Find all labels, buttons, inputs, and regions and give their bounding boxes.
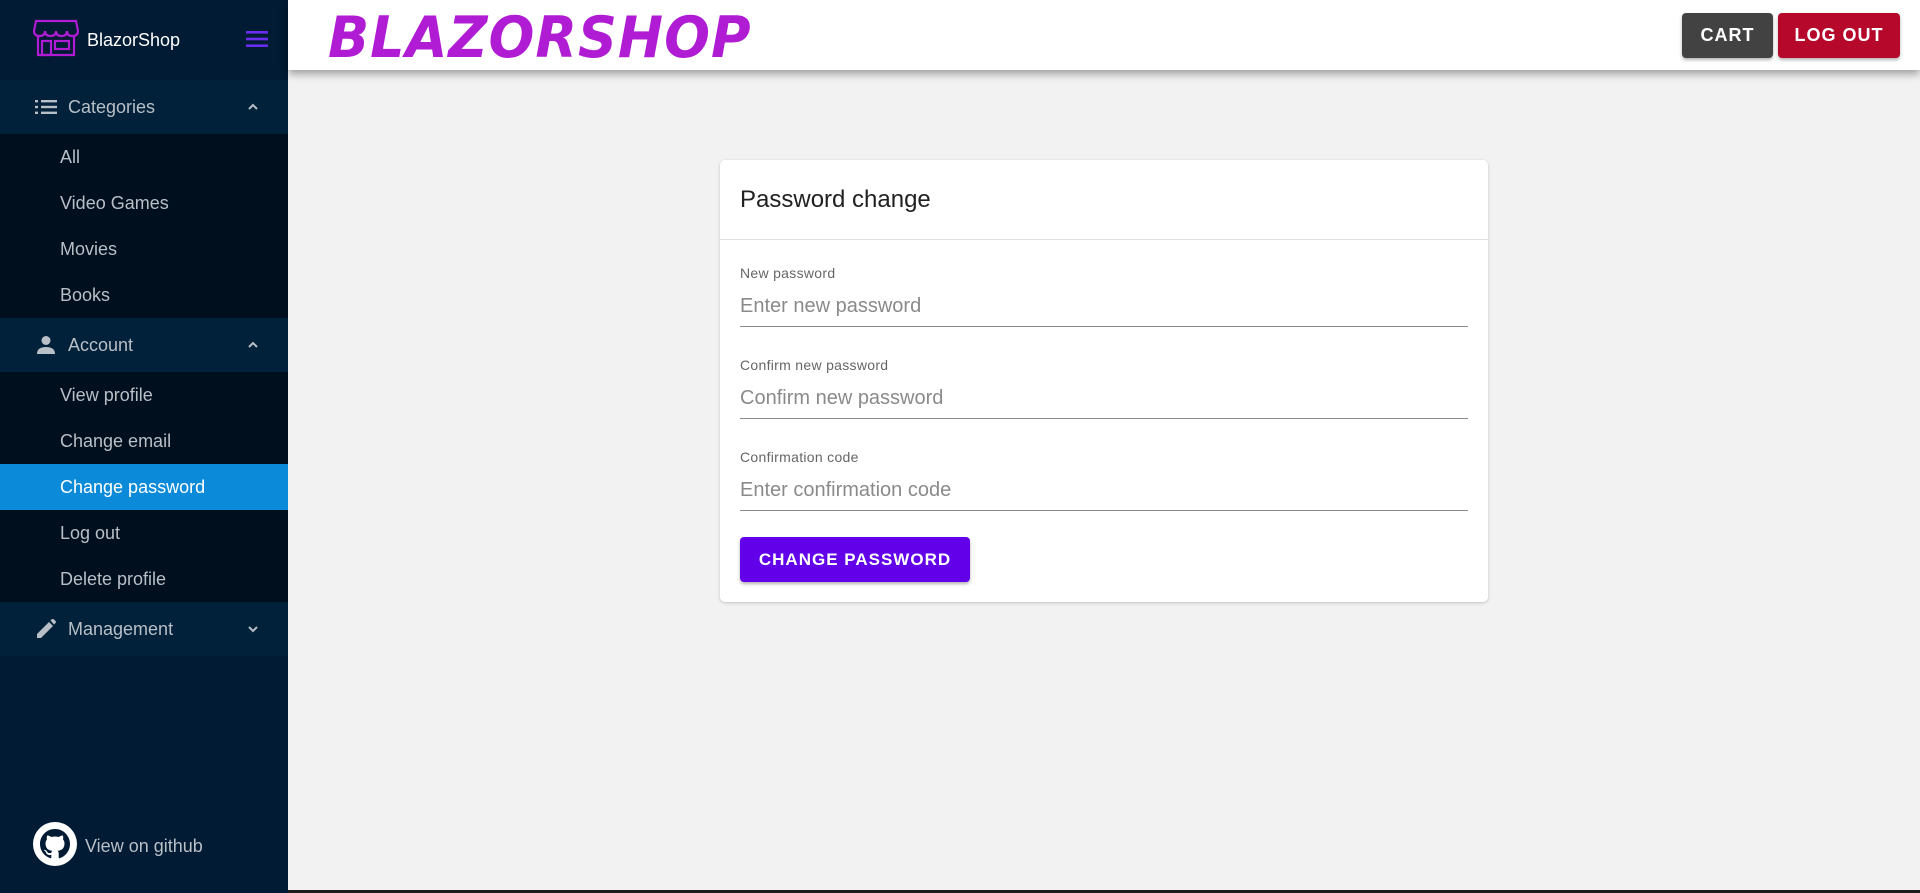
sidebar-item-delete-profile[interactable]: Delete profile [0,556,288,602]
sidebar-header: BlazorShop [0,0,288,80]
sidebar-item-view-profile[interactable]: View profile [0,372,288,418]
confirmation-code-field: Confirmation code [740,449,1468,511]
chevron-up-icon[interactable] [246,98,260,119]
sidebar-item-movies[interactable]: Movies [0,226,288,272]
sidebar-item-change-email[interactable]: Change email [0,418,288,464]
person-icon [34,333,58,357]
view-on-github-link[interactable]: View on github [0,799,288,893]
list-icon [34,95,58,119]
confirm-password-label: Confirm new password [740,357,889,373]
blazorshop-logo[interactable]: BLAZORSHOP [328,4,752,70]
pencil-icon [34,617,58,641]
chevron-up-icon[interactable] [246,336,260,357]
card-title: Password change [720,160,1488,240]
sidebar-group-label: Categories [68,96,156,117]
sidebar-item-books[interactable]: Books [0,272,288,318]
sidebar-group-account[interactable]: Account [0,318,288,372]
confirmation-code-label: Confirmation code [740,449,859,465]
change-password-button[interactable]: CHANGE PASSWORD [740,537,970,582]
hamburger-menu-icon[interactable] [246,30,268,53]
chevron-down-icon[interactable] [246,620,260,641]
confirmation-code-input[interactable] [740,469,1468,511]
new-password-input[interactable] [740,285,1468,327]
brand-name: BlazorShop [87,29,181,50]
sidebar-group-label: Management [68,618,174,639]
confirm-password-field: Confirm new password [740,357,1468,419]
sidebar-group-management[interactable]: Management [0,602,288,656]
confirm-password-input[interactable] [740,377,1468,419]
account-submenu: View profile Change email Change passwor… [0,372,288,602]
logout-button[interactable]: LOG OUT [1778,13,1900,58]
cart-button[interactable]: CART [1682,13,1773,58]
sidebar-item-change-password[interactable]: Change password [0,464,288,510]
new-password-field: New password [740,265,1468,327]
sidebar-item-all[interactable]: All [0,134,288,180]
new-password-label: New password [740,265,836,281]
store-icon [32,19,80,62]
sidebar-group-categories[interactable]: Categories [0,80,288,134]
sidebar: BlazorShop Categories All Video Games Mo… [0,0,288,893]
github-icon [33,821,77,871]
github-link-label: View on github [85,835,203,856]
top-bar: BLAZORSHOP CART LOG OUT [288,0,1920,71]
sidebar-item-log-out[interactable]: Log out [0,510,288,556]
sidebar-group-label: Account [68,334,134,355]
categories-submenu: All Video Games Movies Books [0,134,288,318]
password-change-card: Password change New password Confirm new… [720,160,1488,602]
sidebar-item-video-games[interactable]: Video Games [0,180,288,226]
